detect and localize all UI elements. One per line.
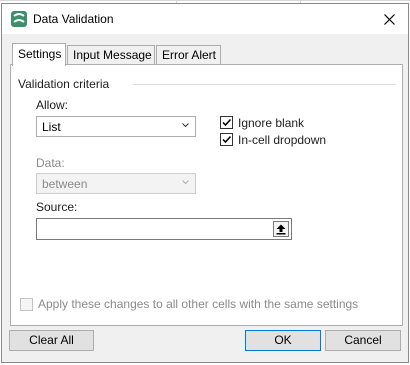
allow-label: Allow: bbox=[36, 98, 69, 112]
tab-error-alert[interactable]: Error Alert bbox=[156, 45, 221, 65]
app-logo-icon bbox=[11, 11, 27, 27]
settings-panel: Validation criteria Allow: List Ignore b… bbox=[10, 64, 403, 326]
checkmark-icon bbox=[222, 135, 232, 144]
apply-all-checkbox bbox=[20, 298, 33, 311]
in-cell-dropdown-checkbox[interactable] bbox=[220, 133, 233, 146]
title-bar: Data Validation bbox=[2, 4, 408, 34]
ok-button[interactable]: OK bbox=[245, 330, 321, 351]
checkmark-icon bbox=[222, 118, 232, 127]
collapse-dialog-button[interactable] bbox=[273, 221, 289, 237]
allow-dropdown-value: List bbox=[42, 120, 61, 134]
tab-settings[interactable]: Settings bbox=[12, 43, 66, 66]
data-validation-dialog: Data Validation Settings Input Message E… bbox=[1, 3, 409, 363]
chevron-down-icon bbox=[182, 123, 189, 128]
ignore-blank-label: Ignore blank bbox=[238, 116, 305, 130]
collapse-dialog-icon bbox=[276, 224, 286, 234]
in-cell-dropdown-label: In-cell dropdown bbox=[238, 133, 327, 147]
source-input[interactable] bbox=[36, 218, 292, 240]
tab-input-message[interactable]: Input Message bbox=[67, 45, 155, 65]
data-dropdown: between bbox=[36, 173, 196, 194]
cancel-button[interactable]: Cancel bbox=[325, 330, 401, 351]
ignore-blank-checkbox[interactable] bbox=[220, 116, 233, 129]
allow-dropdown[interactable]: List bbox=[36, 116, 196, 137]
apply-all-label: Apply these changes to all other cells w… bbox=[38, 297, 359, 311]
source-label: Source: bbox=[36, 200, 78, 214]
close-button[interactable] bbox=[374, 7, 404, 31]
group-divider bbox=[133, 84, 396, 85]
clear-all-button[interactable]: Clear All bbox=[9, 330, 94, 351]
chevron-down-icon bbox=[182, 180, 189, 185]
dialog-title: Data Validation bbox=[33, 12, 114, 26]
data-label: Data: bbox=[36, 156, 65, 170]
validation-criteria-heading: Validation criteria bbox=[18, 77, 110, 91]
close-icon bbox=[383, 13, 395, 25]
data-dropdown-value: between bbox=[42, 177, 88, 191]
